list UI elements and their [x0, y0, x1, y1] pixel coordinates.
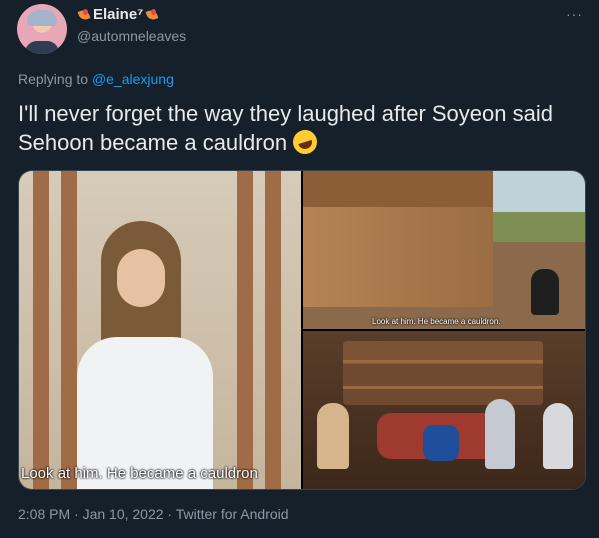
- subtitle-caption: Look at him. He became a cauldron: [21, 465, 258, 482]
- media-image-top-right[interactable]: Look at him. He became a cauldron.: [303, 171, 585, 329]
- leaf-emoji-icon: [145, 8, 159, 22]
- more-options-icon[interactable]: ···: [566, 6, 583, 22]
- tweet-body: I'll never forget the way they laughed a…: [18, 101, 553, 155]
- media-image-bottom-right[interactable]: [303, 331, 585, 489]
- cabin-roof: [303, 171, 493, 207]
- person-figure: [317, 403, 349, 469]
- reply-prefix: Replying to: [18, 71, 92, 87]
- bar-shelf: [343, 341, 543, 405]
- media-image-left[interactable]: Look at him. He became a cauldron: [19, 171, 301, 489]
- avatar-shirt: [25, 41, 59, 54]
- wood-plank: [237, 171, 253, 489]
- avatar-hair: [27, 10, 57, 26]
- user-handle[interactable]: @automneleaves: [77, 28, 186, 44]
- wood-plank: [61, 171, 77, 489]
- tweet-text: I'll never forget the way they laughed a…: [18, 99, 584, 158]
- reply-context: Replying to @e_alexjung: [18, 71, 174, 87]
- wood-plank: [265, 171, 281, 489]
- person-figure: [485, 399, 515, 469]
- display-name[interactable]: Elaine⁷: [93, 6, 143, 23]
- subtitle-caption-small: Look at him. He became a cauldron.: [372, 317, 501, 326]
- person-figure: [423, 425, 459, 461]
- seated-person: [531, 269, 559, 315]
- rolling-laughing-emoji-icon: [290, 126, 321, 158]
- person-figure: [77, 221, 213, 489]
- wood-plank: [33, 171, 49, 489]
- leaf-emoji-icon: [77, 8, 91, 22]
- tweet-media[interactable]: Look at him. He became a cauldron Look a…: [18, 170, 586, 490]
- tweet-metadata[interactable]: 2:08 PM · Jan 10, 2022 · Twitter for And…: [18, 506, 289, 522]
- display-name-row[interactable]: Elaine⁷: [77, 6, 159, 23]
- person-face: [117, 249, 165, 307]
- cabin-wall: [303, 207, 493, 307]
- reply-target-link[interactable]: @e_alexjung: [92, 71, 174, 87]
- avatar[interactable]: [17, 4, 67, 54]
- person-figure: [543, 403, 573, 469]
